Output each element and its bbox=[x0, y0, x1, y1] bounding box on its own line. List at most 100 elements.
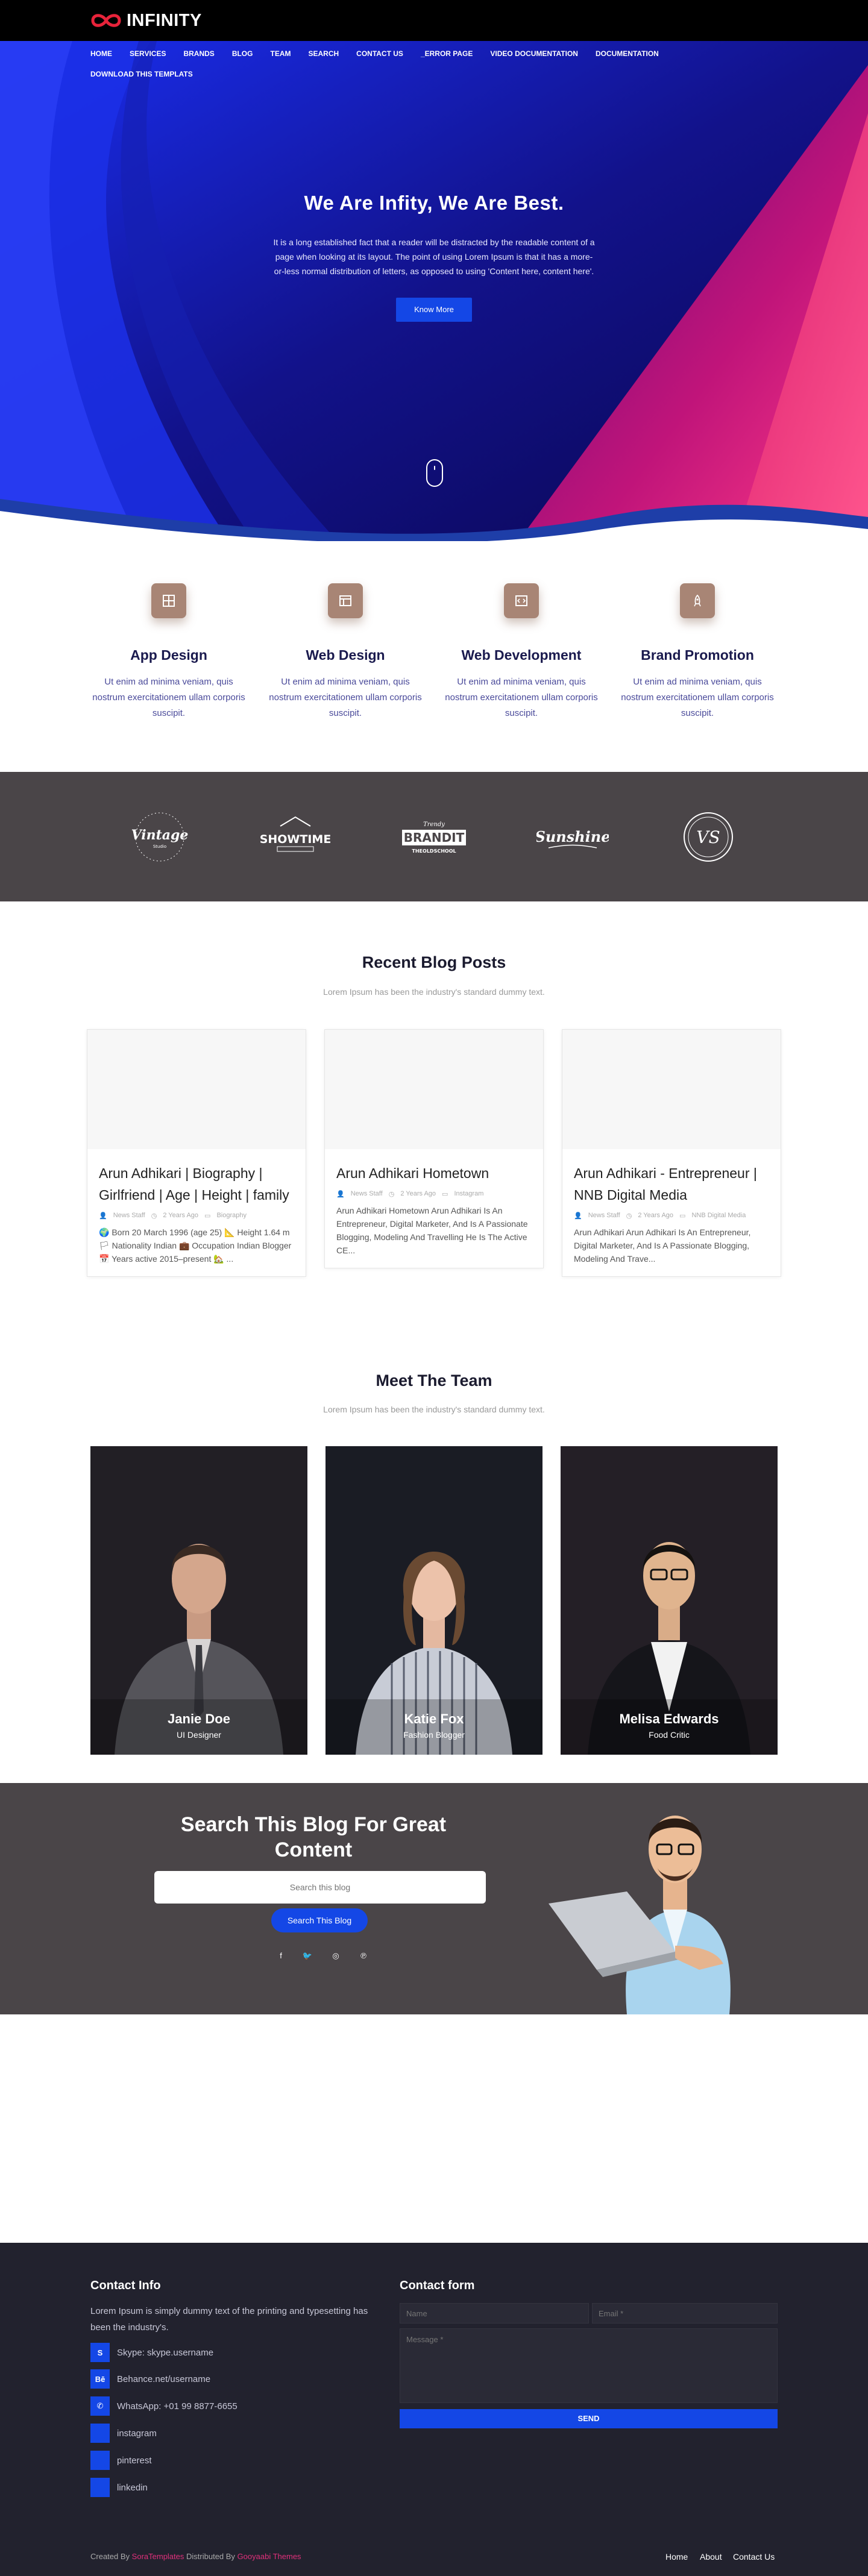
nav-item-brands[interactable]: Brands bbox=[183, 43, 214, 64]
brand-logo-vintage[interactable]: Vintage Studio bbox=[130, 808, 190, 866]
svg-text:SHOWTIME: SHOWTIME bbox=[260, 833, 332, 846]
blog-card[interactable]: Arun Adhikari | Biography | Girlfriend |… bbox=[87, 1029, 306, 1277]
service-text: Ut enim ad minima veniam, quis nostrum e… bbox=[92, 677, 245, 718]
contact-pinterest[interactable]: pinterest bbox=[90, 2451, 152, 2470]
nav-item-error-page[interactable]: _Error Page bbox=[421, 43, 473, 64]
svg-text:Trendy: Trendy bbox=[423, 821, 445, 828]
contact-item-label: Skype: skype.username bbox=[117, 2347, 214, 2358]
blog-meta: 👤 News Staff ◷ 2 Years Ago ▭ NNB Digital Me… bbox=[574, 1212, 769, 1220]
top-bar: INFINITY bbox=[0, 0, 868, 41]
search-section: Search This Blog For Great Content Searc… bbox=[0, 1783, 868, 2014]
scroll-down-icon[interactable] bbox=[426, 459, 443, 487]
search-input[interactable] bbox=[154, 1871, 486, 1904]
blog-meta: 👤 News Staff ◷ 2 Years Ago ▭ Biography bbox=[99, 1212, 294, 1220]
user-icon: 👤 bbox=[336, 1191, 345, 1198]
blog-section-subtitle: Lorem Ipsum has been the industry's stan… bbox=[323, 987, 545, 997]
svg-text:Sunshine: Sunshine bbox=[536, 828, 609, 845]
send-button[interactable]: SEND bbox=[400, 2409, 778, 2428]
service-text: Ut enim ad minima veniam, quis nostrum e… bbox=[445, 677, 598, 718]
contact-behance[interactable]: Bē Behance.net/username bbox=[90, 2369, 210, 2389]
blog-author: News Staff bbox=[350, 1190, 383, 1197]
nav-item-services[interactable]: Services bbox=[130, 43, 166, 64]
blog-thumbnail[interactable] bbox=[87, 1030, 306, 1149]
contact-skype[interactable]: S Skype: skype.username bbox=[90, 2343, 213, 2362]
svg-text:BRANDIT: BRANDIT bbox=[404, 830, 465, 845]
blog-author: News Staff bbox=[588, 1212, 620, 1219]
site-logo[interactable]: INFINITY bbox=[90, 6, 202, 35]
layout-icon bbox=[151, 583, 186, 618]
clock-icon: ◷ bbox=[626, 1212, 632, 1220]
behance-icon: Bē bbox=[90, 2369, 110, 2389]
distributor-link[interactable]: Gooyaabi Themes bbox=[237, 2552, 301, 2561]
nav-item-search[interactable]: Search bbox=[308, 43, 339, 64]
folder-icon: ▭ bbox=[442, 1191, 448, 1198]
blog-thumbnail[interactable] bbox=[562, 1030, 781, 1149]
blog-excerpt: Arun Adhikari Arun Adhikari Is An Entrep… bbox=[574, 1227, 751, 1264]
brand-logo-showtime[interactable]: SHOWTIME bbox=[259, 808, 332, 866]
clock-icon: ◷ bbox=[388, 1191, 395, 1198]
service-title: App Design bbox=[130, 647, 207, 663]
search-section-title: Search This Blog For Great Content bbox=[180, 1813, 447, 1861]
instagram-icon[interactable]: ◎ bbox=[330, 1951, 342, 1961]
blog-card[interactable]: Arun Adhikari Hometown 👤 News Staff ◷ 2 Ye… bbox=[324, 1029, 544, 1268]
service-app-design: App Design Ut enim ad minima veniam, qui… bbox=[87, 583, 250, 721]
brand-logo-brandit[interactable]: Trendy BRANDIT THEOLDSCHOOL bbox=[395, 808, 473, 866]
team-member-card[interactable]: Melisa Edwards Food Critic bbox=[561, 1446, 778, 1755]
nav-item-team[interactable]: Team bbox=[270, 43, 291, 64]
nav-item-video-docs[interactable]: Video Documentation bbox=[490, 43, 578, 64]
search-button[interactable]: Search This Blog bbox=[271, 1908, 368, 1932]
hero-text: It is a long established fact that a rea… bbox=[273, 237, 595, 276]
instagram-icon bbox=[90, 2424, 110, 2443]
blog-date: 2 Years Ago bbox=[400, 1190, 436, 1197]
know-more-button[interactable]: Know More bbox=[396, 298, 472, 322]
email-field[interactable] bbox=[592, 2303, 778, 2324]
blog-category[interactable]: NNB Digital Media bbox=[691, 1212, 746, 1220]
blog-author: News Staff bbox=[113, 1212, 145, 1219]
blog-title[interactable]: Arun Adhikari | Biography | Girlfriend |… bbox=[99, 1162, 294, 1206]
distributed-by-text: Distributed By bbox=[186, 2552, 235, 2561]
brand-logo-sunshine[interactable]: Sunshine bbox=[536, 808, 609, 866]
twitter-icon[interactable]: 🐦 bbox=[301, 1951, 313, 1961]
blog-thumbnail[interactable] bbox=[325, 1030, 543, 1149]
contact-instagram[interactable]: instagram bbox=[90, 2424, 157, 2443]
author-link[interactable]: SoraTemplates bbox=[132, 2552, 184, 2561]
contact-whatsapp[interactable]: ✆ WhatsApp: +01 99 8877-6655 bbox=[90, 2396, 237, 2416]
nav-item-download[interactable]: Download This Templats bbox=[90, 64, 332, 84]
team-member-name: Melisa Edwards bbox=[619, 1711, 719, 1726]
hero-section: We Are Infity, We Are Best. It is a long… bbox=[0, 41, 868, 541]
team-member-card[interactable]: Janie Doe UI Designer bbox=[90, 1446, 307, 1755]
nav-item-blog[interactable]: Blog bbox=[232, 43, 253, 64]
nav-item-contact[interactable]: Contact Us bbox=[356, 43, 403, 64]
team-member-card[interactable]: Katie Fox Fashion Blogger bbox=[326, 1446, 542, 1755]
blog-category[interactable]: Instagram bbox=[454, 1190, 483, 1198]
code-icon bbox=[504, 583, 539, 618]
name-field[interactable] bbox=[400, 2303, 589, 2324]
nav-item-home[interactable]: Home bbox=[90, 43, 112, 64]
browser-icon bbox=[328, 583, 363, 618]
message-field[interactable] bbox=[400, 2328, 778, 2403]
facebook-icon[interactable]: f bbox=[275, 1951, 287, 1961]
user-icon: 👤 bbox=[99, 1212, 107, 1220]
blog-title[interactable]: Arun Adhikari Hometown bbox=[336, 1162, 532, 1184]
linkedin-icon bbox=[90, 2478, 110, 2497]
svg-text:Studio: Studio bbox=[153, 844, 166, 849]
rocket-icon bbox=[680, 583, 715, 618]
folder-icon: ▭ bbox=[679, 1212, 686, 1220]
contact-linkedin[interactable]: linkedin bbox=[90, 2478, 148, 2497]
brand-logo-vs[interactable]: VS bbox=[681, 808, 735, 866]
pinterest-icon[interactable]: ℗ bbox=[357, 1951, 370, 1961]
contact-item-label: instagram bbox=[117, 2428, 157, 2439]
blog-meta: 👤 News Staff ◷ 2 Years Ago ▭ Instagram bbox=[336, 1190, 532, 1198]
footer-link-about[interactable]: About bbox=[700, 2552, 722, 2562]
team-member-photo bbox=[326, 1446, 542, 1755]
nav-item-docs[interactable]: Documentation bbox=[596, 43, 659, 64]
blog-title[interactable]: Arun Adhikari - Entrepreneur | NNB Digit… bbox=[574, 1162, 769, 1206]
copyright: Created By SoraTemplates Distributed By … bbox=[90, 2552, 301, 2561]
blog-card[interactable]: Arun Adhikari - Entrepreneur | NNB Digit… bbox=[562, 1029, 781, 1277]
footer-link-home[interactable]: Home bbox=[665, 2552, 688, 2562]
footer-link-contact[interactable]: Contact Us bbox=[733, 2552, 775, 2562]
hero-title: We Are Infity, We Are Best. bbox=[304, 192, 564, 214]
blog-category[interactable]: Biography bbox=[216, 1212, 247, 1220]
infinity-icon bbox=[91, 14, 121, 27]
service-web-design: Web Design Ut enim ad minima veniam, qui… bbox=[264, 583, 427, 721]
